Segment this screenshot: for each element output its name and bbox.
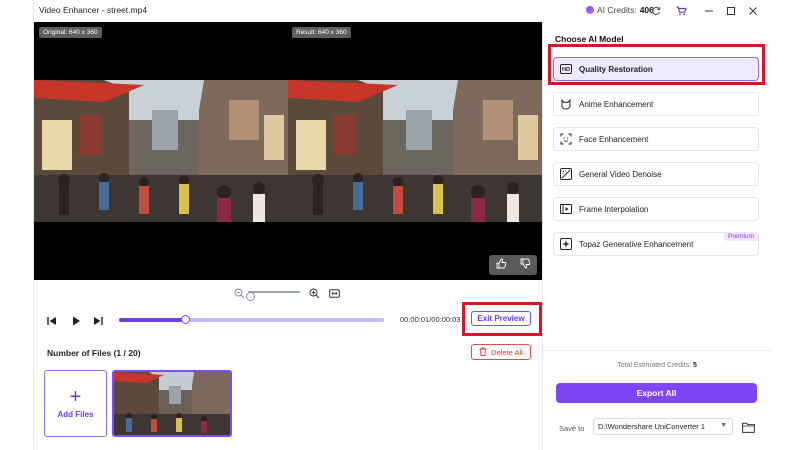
maximize-icon[interactable] xyxy=(724,4,738,18)
file-thumbnail[interactable] xyxy=(112,370,232,437)
model-label: Quality Restoration xyxy=(579,64,653,74)
est-credits-label: Total Estimated Credits: xyxy=(617,362,692,369)
zoom-control xyxy=(234,286,344,301)
original-video-frame xyxy=(34,80,288,222)
seek-bar[interactable] xyxy=(119,315,384,324)
model-frame-interpolation[interactable]: Frame Interpolation xyxy=(553,197,759,221)
frame-icon xyxy=(560,203,572,215)
add-files-label: Add Files xyxy=(57,410,94,419)
ai-credits-icon xyxy=(586,6,594,14)
est-credits-value: 5 xyxy=(692,362,697,369)
feedback-buttons xyxy=(489,255,537,275)
model-quality-restoration[interactable]: HD Quality Restoration xyxy=(553,57,759,81)
svg-text:HD: HD xyxy=(562,67,570,73)
seek-bar-progress xyxy=(119,318,186,322)
video-preview: Original: 640 x 360 Result: 640 x 360 xyxy=(34,22,542,280)
sparkle-icon xyxy=(560,238,572,250)
delete-all-button[interactable]: Delete All xyxy=(471,344,531,360)
refresh-icon[interactable] xyxy=(649,4,663,18)
close-icon[interactable] xyxy=(746,4,760,18)
window-title: Video Enhancer - street.mp4 xyxy=(39,5,148,15)
model-label: Topaz Generative Enhancement xyxy=(579,239,694,249)
model-general-video-denoise[interactable]: General Video Denoise xyxy=(553,162,759,186)
model-label: Frame Interpolation xyxy=(579,204,649,214)
save-to-path: D:\Wondershare UniConverter 1 xyxy=(598,422,705,431)
zoom-slider-handle[interactable] xyxy=(246,292,255,301)
model-anime-enhancement[interactable]: Anime Enhancement xyxy=(553,92,759,116)
thumbs-up-icon[interactable] xyxy=(496,256,507,274)
choose-ai-model-title: Choose AI Model xyxy=(555,34,624,44)
chevron-down-icon: ▼ xyxy=(720,422,727,429)
title-bar: Video Enhancer - street.mp4 AI Credits: … xyxy=(34,0,770,22)
model-topaz-generative-enhancement[interactable]: Topaz Generative Enhancement Premium xyxy=(553,232,759,256)
add-files-button[interactable]: + Add Files xyxy=(44,370,107,437)
plus-icon: + xyxy=(69,386,82,408)
exit-preview-highlight: Exit Preview xyxy=(462,302,542,336)
panel-divider xyxy=(543,350,771,351)
premium-badge: Premium xyxy=(723,232,758,241)
save-to-label: Save to xyxy=(559,424,585,433)
ai-credits-label: AI Credits: xyxy=(597,5,637,15)
face-scan-icon xyxy=(560,133,572,145)
ai-model-panel: Choose AI Model HD Quality Restoration A… xyxy=(542,22,771,450)
zoom-in-icon[interactable] xyxy=(309,286,320,304)
cart-icon[interactable] xyxy=(674,4,688,18)
result-video-frame xyxy=(288,80,542,222)
trash-icon xyxy=(479,347,487,358)
save-to-dropdown[interactable]: D:\Wondershare UniConverter 1 ▼ xyxy=(593,418,733,435)
model-label: Face Enhancement xyxy=(579,134,649,144)
thumbs-down-icon[interactable] xyxy=(520,256,531,274)
ai-credits: AI Credits: 406 xyxy=(586,5,654,15)
model-label: General Video Denoise xyxy=(579,169,662,179)
zoom-out-icon[interactable] xyxy=(234,286,245,304)
fit-screen-icon[interactable] xyxy=(329,286,340,304)
zoom-slider[interactable] xyxy=(246,291,300,301)
video-enhancer-window: Video Enhancer - street.mp4 AI Credits: … xyxy=(33,0,771,450)
denoise-icon xyxy=(560,168,572,180)
original-resolution-label: Original: 640 x 360 xyxy=(39,27,102,38)
total-estimated-credits: Total Estimated Credits: 5 xyxy=(543,362,771,369)
play-icon[interactable] xyxy=(70,314,82,326)
model-label: Anime Enhancement xyxy=(579,99,654,109)
timecode: 00:00:01/00:00:03 xyxy=(400,315,461,324)
previous-frame-icon[interactable] xyxy=(46,314,58,326)
hd-icon: HD xyxy=(560,63,572,75)
seek-bar-handle[interactable] xyxy=(180,315,190,324)
anime-icon xyxy=(560,98,572,110)
files-count-title: Number of Files (1 / 20) xyxy=(47,348,141,358)
exit-preview-button[interactable]: Exit Preview xyxy=(471,311,531,326)
delete-all-label: Delete All xyxy=(491,347,523,357)
folder-icon[interactable] xyxy=(742,420,756,433)
minimize-icon[interactable] xyxy=(702,4,716,18)
export-all-button[interactable]: Export All xyxy=(556,383,757,403)
result-resolution-label: Result: 640 x 360 xyxy=(292,27,351,38)
model-face-enhancement[interactable]: Face Enhancement xyxy=(553,127,759,151)
next-frame-icon[interactable] xyxy=(92,314,104,326)
